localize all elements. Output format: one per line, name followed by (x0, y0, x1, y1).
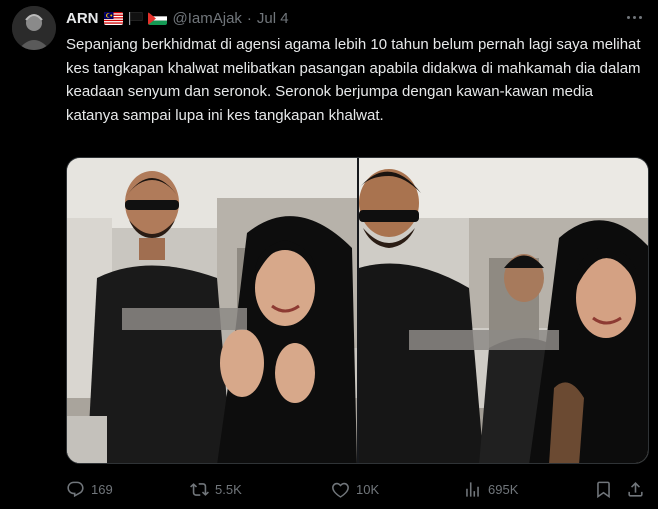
like-count: 10K (356, 481, 380, 497)
views-count: 695K (488, 481, 519, 497)
author-flags (103, 11, 167, 25)
bookmark-button[interactable] (594, 476, 613, 502)
author-handle[interactable]: @IamAjak (173, 10, 242, 27)
repost-button[interactable]: 5.5K (190, 476, 242, 502)
share-icon (628, 481, 643, 497)
share-button[interactable] (626, 476, 645, 502)
avatar-image (12, 6, 56, 50)
tweet-text: Sepanjang berkhidmat di agensi agama leb… (66, 36, 641, 124)
views-button[interactable]: 695K (463, 476, 518, 502)
repost-icon (190, 482, 209, 496)
reply-count: 169 (91, 481, 113, 497)
separator-dot: · (246, 9, 252, 27)
tweet-media[interactable] (66, 157, 649, 464)
tweet-date[interactable]: Jul 4 (257, 10, 289, 27)
tweet-header: ARN @IamAjak · Jul 4 (66, 8, 289, 28)
black-flag-icon (126, 11, 145, 25)
like-button[interactable]: 10K (331, 476, 379, 502)
palestine-flag-icon (147, 11, 167, 25)
heart-icon (332, 482, 349, 498)
more-icon[interactable] (624, 9, 644, 25)
repost-count: 5.5K (215, 481, 242, 497)
author-name[interactable]: ARN (66, 10, 99, 27)
media-frame-left[interactable] (67, 158, 357, 463)
avatar[interactable] (12, 6, 56, 50)
tweet-card[interactable]: ARN @IamAjak · Jul 4 Sepanjang berkhidma… (0, 0, 658, 509)
bookmark-icon (597, 481, 610, 498)
media-frame-right[interactable] (359, 158, 648, 463)
views-icon (466, 481, 479, 497)
reply-icon (67, 481, 84, 497)
tweet-actions: 169 5.5K 10K 695K (66, 476, 650, 502)
reply-button[interactable]: 169 (66, 476, 113, 502)
malaysia-flag-icon (103, 11, 123, 25)
